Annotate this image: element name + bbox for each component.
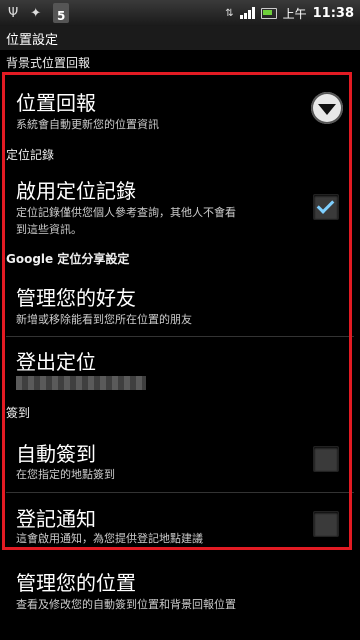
redacted-account: [16, 376, 146, 390]
dropdown-arrow-icon[interactable]: [311, 92, 343, 124]
status-ampm: 上午: [282, 6, 307, 21]
auto-checkin-checkbox[interactable]: [313, 446, 339, 472]
pref-summary: 在您指定的地點簽到: [16, 468, 115, 481]
usb-icon: Ψ: [8, 5, 19, 21]
pref-title: 登出定位: [16, 350, 96, 374]
section-header-location-history: 定位記錄: [6, 148, 55, 162]
pref-summary: 這會啟用通知，為您提供登記地點建議: [16, 532, 203, 545]
checkin-notifications-checkbox[interactable]: [313, 511, 339, 537]
pref-summary: 系統會自動更新您的位置資訊: [16, 118, 159, 131]
section-header-checkin: 簽到: [6, 406, 31, 420]
status-time: 11:38: [312, 5, 354, 21]
section-header-google-sharing: Google 定位分享設定: [6, 252, 130, 266]
pref-summary: 新增或移除能看到您所在位置的朋友: [16, 313, 192, 326]
pref-title: 啟用定位記錄: [16, 179, 136, 203]
android-debug-icon: ✦: [30, 5, 42, 21]
pref-summary-line1: 定位記錄僅供您個人參考查詢，其他人不會看: [16, 206, 236, 219]
status-bar: Ψ ✦ 5 ⇅ 上午 11:38: [0, 0, 360, 26]
page-title: 位置設定: [6, 33, 59, 48]
signal-icon: [239, 7, 255, 19]
pref-summary-line2: 到這些資訊。: [16, 223, 82, 236]
pref-title: 登記通知: [16, 507, 96, 531]
divider: [6, 492, 354, 493]
notification-badge: 5: [53, 3, 70, 23]
battery-icon: [260, 7, 277, 19]
location-history-checkbox[interactable]: [313, 194, 339, 220]
section-header-background-reporting: 背景式位置回報: [6, 56, 91, 70]
pref-title: 位置回報: [16, 91, 96, 115]
pref-title: 管理您的好友: [16, 286, 136, 310]
divider: [6, 336, 354, 337]
data-transfer-icon: ⇅: [225, 7, 234, 19]
pref-title: 管理您的位置: [16, 571, 136, 595]
pref-title: 自動簽到: [16, 442, 96, 466]
title-bar: 位置設定: [0, 26, 360, 50]
pref-summary: 查看及修改您的自動簽到位置和背景回報位置: [16, 598, 236, 611]
